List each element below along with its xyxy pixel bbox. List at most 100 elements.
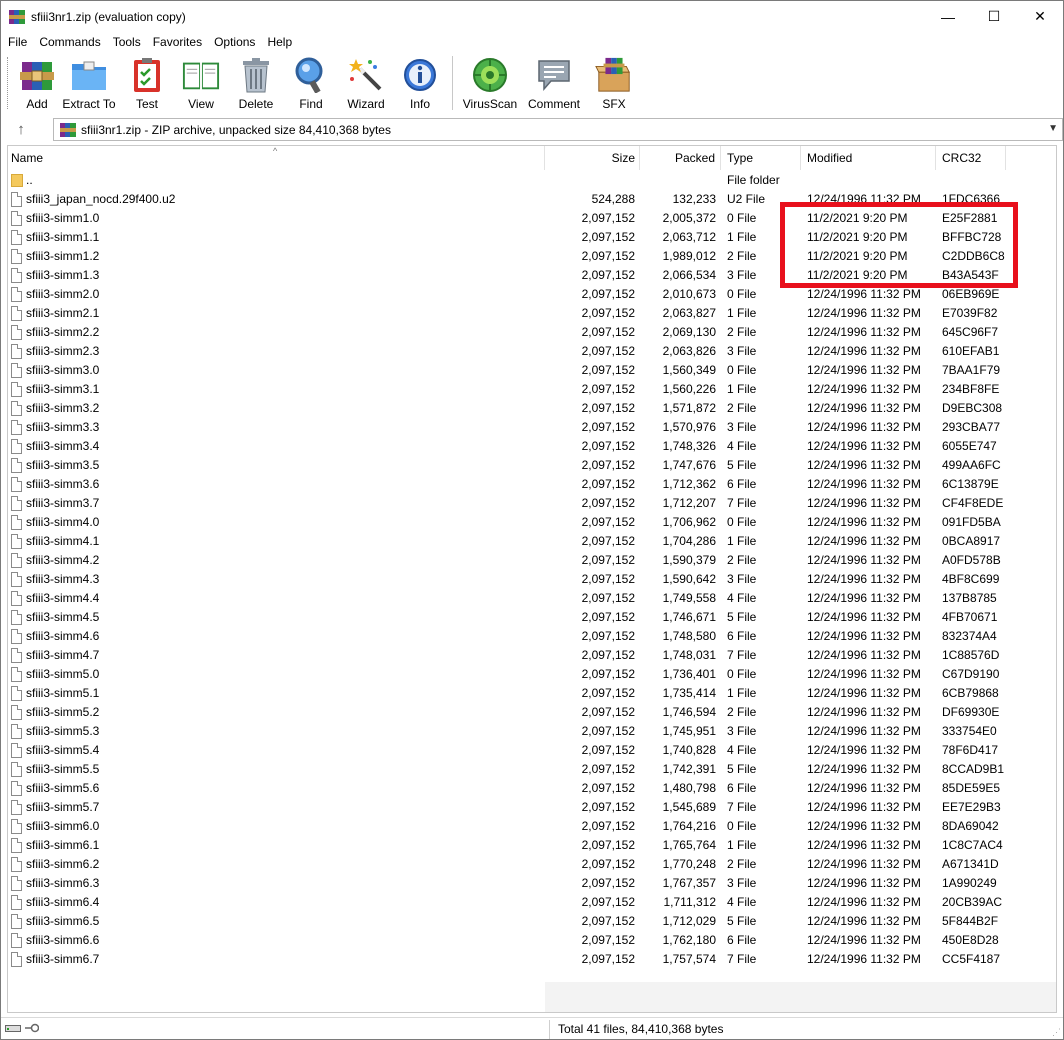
extract-to-button[interactable]: Extract To (58, 53, 120, 113)
file-size: 2,097,152 (581, 724, 635, 738)
title-bar[interactable]: sfiii3nr1.zip (evaluation copy) — ☐ ✕ (1, 1, 1063, 32)
toolbar-grip[interactable] (7, 57, 10, 109)
file-row[interactable]: sfiii3-simm5.1 2,097,152 1,735,414 1 File 12… (8, 684, 1056, 703)
file-size: 2,097,152 (581, 287, 635, 301)
file-name: sfiii3-simm5.3 (26, 724, 100, 738)
file-row[interactable]: sfiii3-simm3.3 2,097,152 1,570,976 3 File 12… (8, 418, 1056, 437)
file-size: 2,097,152 (581, 420, 635, 434)
file-row[interactable]: sfiii3-simm5.7 2,097,152 1,545,689 7 File 12… (8, 798, 1056, 817)
file-row[interactable]: sfiii3-simm3.4 2,097,152 1,748,326 4 File 12… (8, 437, 1056, 456)
file-row[interactable]: sfiii3-simm5.6 2,097,152 1,480,798 6 File 12… (8, 779, 1056, 798)
file-row[interactable]: sfiii3-simm4.3 2,097,152 1,590,642 3 File 12… (8, 570, 1056, 589)
file-size: 2,097,152 (581, 667, 635, 681)
file-row[interactable]: sfiii3-simm2.2 2,097,152 2,069,130 2 File 12… (8, 323, 1056, 342)
file-name: sfiii3_japan_nocd.29f400.u2 (26, 192, 176, 206)
file-row[interactable]: sfiii3-simm5.0 2,097,152 1,736,401 0 File 12… (8, 665, 1056, 684)
file-row[interactable]: sfiii3-simm5.2 2,097,152 1,746,594 2 File 12… (8, 703, 1056, 722)
file-name: sfiii3-simm6.1 (26, 838, 100, 852)
file-packed: 1,745,951 (662, 724, 716, 738)
file-list[interactable]: Name ^ Size Packed Type Modified CRC32 .… (7, 145, 1057, 1013)
file-row[interactable]: .. File folder (8, 171, 1056, 190)
comment-button[interactable]: Comment (521, 53, 587, 113)
drive-icon[interactable] (5, 1023, 21, 1033)
file-name: sfiii3-simm2.1 (26, 306, 100, 320)
column-crc32[interactable]: CRC32 (936, 146, 1006, 170)
file-row[interactable]: sfiii3-simm2.1 2,097,152 2,063,827 1 File 12… (8, 304, 1056, 323)
file-modified: 12/24/1996 11:32 PM (807, 534, 921, 548)
maximize-button[interactable]: ☐ (971, 1, 1017, 32)
file-crc32: 6C13879E (942, 477, 999, 491)
file-row[interactable]: sfiii3-simm5.4 2,097,152 1,740,828 4 File 12… (8, 741, 1056, 760)
file-row[interactable]: sfiii3-simm1.3 2,097,152 2,066,534 3 File 11… (8, 266, 1056, 285)
status-bar: Total 41 files, 84,410,368 bytes ⋰ (1, 1017, 1063, 1040)
delete-button[interactable]: Delete (228, 53, 284, 113)
file-row[interactable]: sfiii3-simm2.0 2,097,152 2,010,673 0 File 12… (8, 285, 1056, 304)
info-button[interactable]: Info (394, 53, 446, 113)
column-name[interactable]: Name ^ (8, 146, 545, 170)
virusscan-button[interactable]: VirusScan (459, 53, 521, 113)
file-row[interactable]: sfiii3-simm5.3 2,097,152 1,745,951 3 File 12… (8, 722, 1056, 741)
file-row[interactable]: sfiii3-simm3.6 2,097,152 1,712,362 6 File 12… (8, 475, 1056, 494)
column-type[interactable]: Type (721, 146, 801, 170)
file-row[interactable]: sfiii3-simm3.0 2,097,152 1,560,349 0 File 12… (8, 361, 1056, 380)
file-row[interactable]: sfiii3-simm4.2 2,097,152 1,590,379 2 File 12… (8, 551, 1056, 570)
menu-commands[interactable]: Commands (33, 35, 106, 49)
column-packed[interactable]: Packed (640, 146, 721, 170)
file-row[interactable]: sfiii3-simm2.3 2,097,152 2,063,826 3 File 12… (8, 342, 1056, 361)
column-modified[interactable]: Modified (801, 146, 936, 170)
file-row[interactable]: sfiii3-simm4.0 2,097,152 1,706,962 0 File 12… (8, 513, 1056, 532)
menu-file[interactable]: File (1, 35, 33, 49)
sfx-button[interactable]: SFX (587, 53, 641, 113)
menu-bar: File Commands Tools Favorites Options He… (1, 32, 1063, 52)
file-crc32: DF69930E (942, 705, 1000, 719)
file-row[interactable]: sfiii3-simm4.4 2,097,152 1,749,558 4 File 12… (8, 589, 1056, 608)
column-crc32-label: CRC32 (942, 151, 982, 165)
address-field[interactable]: sfiii3nr1.zip - ZIP archive, unpacked si… (53, 118, 1063, 141)
file-modified: 12/24/1996 11:32 PM (807, 477, 921, 491)
file-row[interactable]: sfiii3-simm6.0 2,097,152 1,764,216 0 File 12… (8, 817, 1056, 836)
close-button[interactable]: ✕ (1017, 1, 1063, 32)
file-row[interactable]: sfiii3-simm6.6 2,097,152 1,762,180 6 File 12… (8, 931, 1056, 950)
file-row[interactable]: sfiii3-simm1.0 2,097,152 2,005,372 0 File 11… (8, 209, 1056, 228)
file-row[interactable]: sfiii3-simm6.2 2,097,152 1,770,248 2 File 12… (8, 855, 1056, 874)
file-size: 2,097,152 (581, 800, 635, 814)
menu-favorites[interactable]: Favorites (147, 35, 208, 49)
wizard-button[interactable]: Wizard (338, 53, 394, 113)
file-name: sfiii3-simm3.4 (26, 439, 100, 453)
file-row[interactable]: sfiii3-simm5.5 2,097,152 1,742,391 5 File 12… (8, 760, 1056, 779)
column-size[interactable]: Size (545, 146, 640, 170)
view-button[interactable]: View (174, 53, 228, 113)
find-button[interactable]: Find (284, 53, 338, 113)
file-row[interactable]: sfiii3-simm6.1 2,097,152 1,765,764 1 File 12… (8, 836, 1056, 855)
file-row[interactable]: sfiii3-simm6.5 2,097,152 1,712,029 5 File 12… (8, 912, 1056, 931)
file-row[interactable]: sfiii3-simm6.7 2,097,152 1,757,574 7 File 12… (8, 950, 1056, 969)
menu-help[interactable]: Help (261, 35, 298, 49)
file-packed: 1,770,248 (662, 857, 716, 871)
file-row[interactable]: sfiii3-simm4.1 2,097,152 1,704,286 1 File 12… (8, 532, 1056, 551)
file-row[interactable]: sfiii3-simm3.7 2,097,152 1,712,207 7 File 12… (8, 494, 1056, 513)
chevron-down-icon[interactable]: ▼ (1048, 123, 1058, 134)
menu-tools[interactable]: Tools (107, 35, 147, 49)
up-one-level-button[interactable]: ↑ (1, 117, 41, 142)
file-crc32: 6055E747 (942, 439, 997, 453)
file-row[interactable]: sfiii3-simm1.2 2,097,152 1,989,012 2 File 11… (8, 247, 1056, 266)
file-row[interactable]: sfiii3-simm6.4 2,097,152 1,711,312 4 File 12… (8, 893, 1056, 912)
file-row[interactable]: sfiii3-simm6.3 2,097,152 1,767,357 3 File 12… (8, 874, 1056, 893)
file-row[interactable]: sfiii3-simm3.1 2,097,152 1,560,226 1 File 12… (8, 380, 1056, 399)
file-row[interactable]: sfiii3-simm1.1 2,097,152 2,063,712 1 File 11… (8, 228, 1056, 247)
file-icon (11, 591, 22, 606)
file-size: 2,097,152 (581, 819, 635, 833)
file-row[interactable]: sfiii3-simm4.5 2,097,152 1,746,671 5 File 12… (8, 608, 1056, 627)
file-row[interactable]: sfiii3-simm3.2 2,097,152 1,571,872 2 File 12… (8, 399, 1056, 418)
resize-grip-icon[interactable]: ⋰ (1052, 1027, 1061, 1038)
file-modified: 11/2/2021 9:20 PM (807, 268, 908, 282)
add-button[interactable]: Add (16, 53, 58, 113)
file-row[interactable]: sfiii3_japan_nocd.29f400.u2 524,288 132,23… (8, 190, 1056, 209)
minimize-button[interactable]: — (925, 1, 971, 32)
file-row[interactable]: sfiii3-simm3.5 2,097,152 1,747,676 5 File 12… (8, 456, 1056, 475)
menu-options[interactable]: Options (208, 35, 261, 49)
file-row[interactable]: sfiii3-simm4.6 2,097,152 1,748,580 6 File 12… (8, 627, 1056, 646)
file-row[interactable]: sfiii3-simm4.7 2,097,152 1,748,031 7 File 12… (8, 646, 1056, 665)
test-button[interactable]: Test (120, 53, 174, 113)
key-icon[interactable] (25, 1023, 39, 1033)
